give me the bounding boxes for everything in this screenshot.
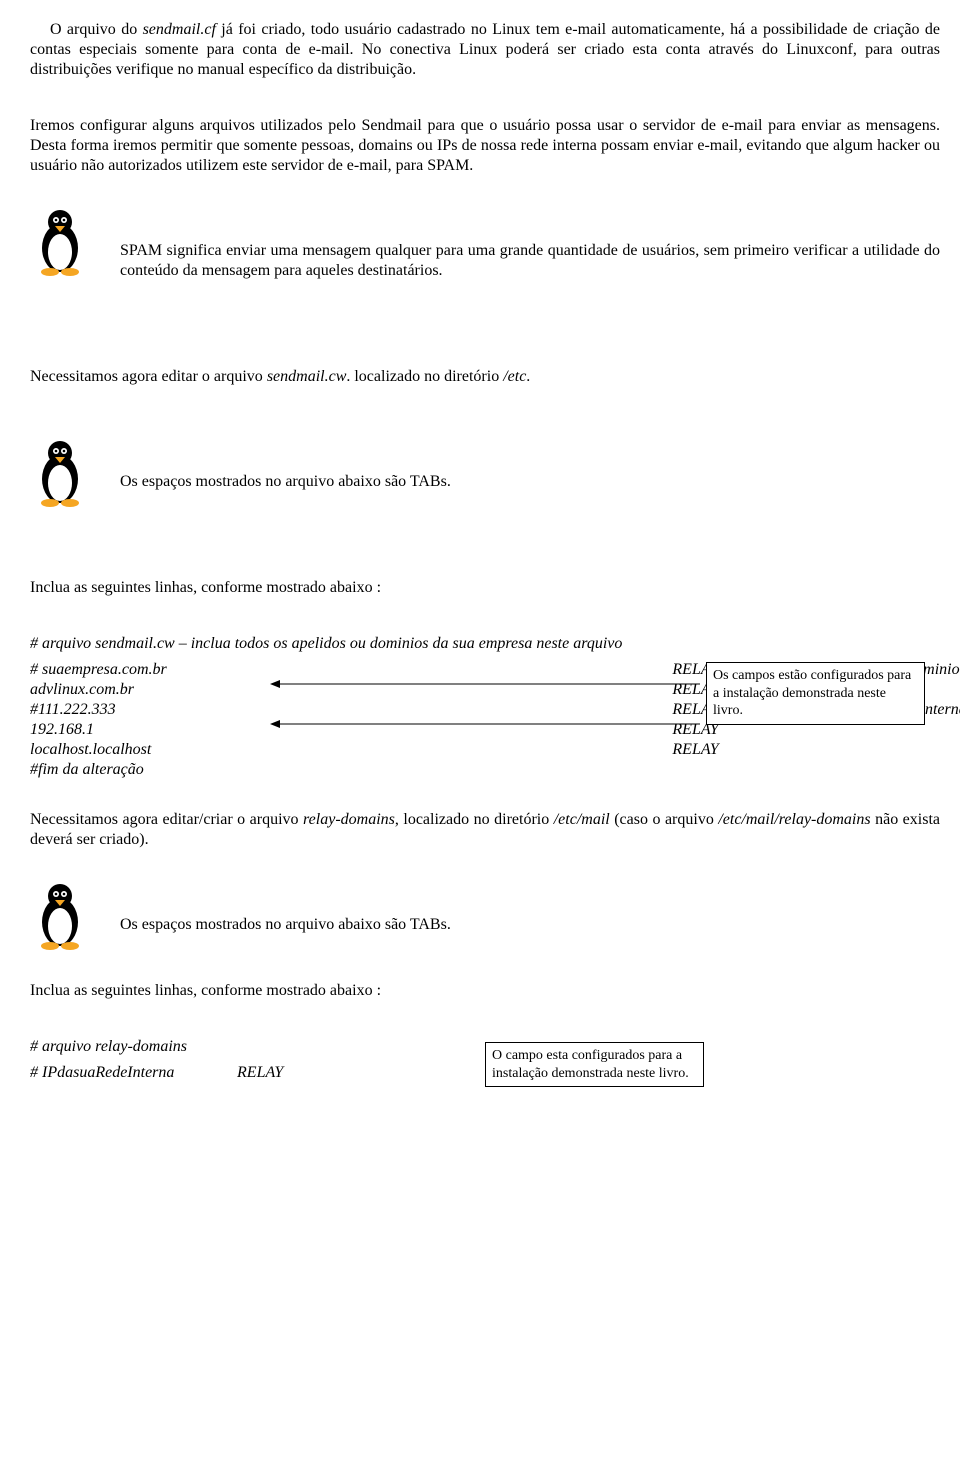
callout-box: O campo esta configurados para a instala… bbox=[485, 1042, 704, 1087]
paragraph-edit-relaydomains: Necessitamos agora editar/criar o arquiv… bbox=[30, 810, 940, 850]
config-col: localhost.localhost bbox=[30, 740, 672, 760]
text: (caso o arquivo bbox=[610, 811, 719, 828]
config-block-relaydomains: # arquivo relay-domains # IPdasuaRedeInt… bbox=[30, 1037, 940, 1083]
config-block-sendmailcw: # arquivo sendmail.cw – inclua todos os … bbox=[30, 634, 940, 780]
note-spam: SPAM significa enviar uma mensagem qualq… bbox=[30, 206, 940, 297]
text-italic: relay-domains bbox=[303, 811, 395, 828]
paragraph-intro: O arquivo do sendmail.cf já foi criado, … bbox=[30, 20, 940, 80]
penguin-icon bbox=[30, 206, 90, 276]
penguin-icon bbox=[30, 437, 90, 507]
note-text: SPAM significa enviar uma mensagem qualq… bbox=[120, 241, 940, 281]
config-col: #111.222.333 bbox=[30, 700, 672, 720]
note-text: Os espaços mostrados no arquivo abaixo s… bbox=[120, 472, 940, 492]
paragraph-config-intro: Iremos configurar alguns arquivos utiliz… bbox=[30, 116, 940, 176]
config-col: # IPdasuaRedeInterna bbox=[30, 1063, 237, 1083]
text: O arquivo do bbox=[50, 21, 143, 38]
callout-box: Os campos estão configurados para a inst… bbox=[706, 662, 925, 725]
penguin-icon bbox=[30, 880, 90, 950]
text-italic: sendmail.cw bbox=[267, 368, 347, 385]
text: Necessitamos agora editar o arquivo bbox=[30, 368, 267, 385]
note-tabs-1: Os espaços mostrados no arquivo abaixo s… bbox=[30, 437, 940, 508]
config-col: # suaempresa.com.br bbox=[30, 660, 672, 680]
paragraph-edit-sendmailcw: Necessitamos agora editar o arquivo send… bbox=[30, 367, 940, 387]
config-col: #fim da alteração bbox=[30, 760, 672, 780]
config-col: 192.168.1 bbox=[30, 720, 672, 740]
text-italic: /etc/mail bbox=[554, 811, 610, 828]
text: Necessitamos agora editar/criar o arquiv… bbox=[30, 811, 303, 828]
config-col: advlinux.com.br bbox=[30, 680, 672, 700]
note-text: Os espaços mostrados no arquivo abaixo s… bbox=[120, 915, 940, 935]
text: . bbox=[526, 368, 530, 385]
text-italic: /etc/mail/relay-domains bbox=[718, 811, 870, 828]
note-tabs-2: Os espaços mostrados no arquivo abaixo s… bbox=[30, 880, 940, 951]
config-line: # arquivo relay-domains bbox=[30, 1037, 237, 1063]
config-col: RELAY bbox=[672, 740, 960, 760]
text: , localizado no diretório bbox=[395, 811, 554, 828]
paragraph-include-2: Inclua as seguintes linhas, conforme mos… bbox=[30, 981, 940, 1001]
text-italic: sendmail.cf bbox=[143, 21, 216, 38]
config-line: # arquivo sendmail.cw – inclua todos os … bbox=[30, 634, 672, 660]
text: . localizado no diretório bbox=[346, 368, 503, 385]
config-col: RELAY bbox=[237, 1063, 283, 1083]
paragraph-include-1: Inclua as seguintes linhas, conforme mos… bbox=[30, 578, 940, 598]
text-italic: /etc bbox=[503, 368, 526, 385]
